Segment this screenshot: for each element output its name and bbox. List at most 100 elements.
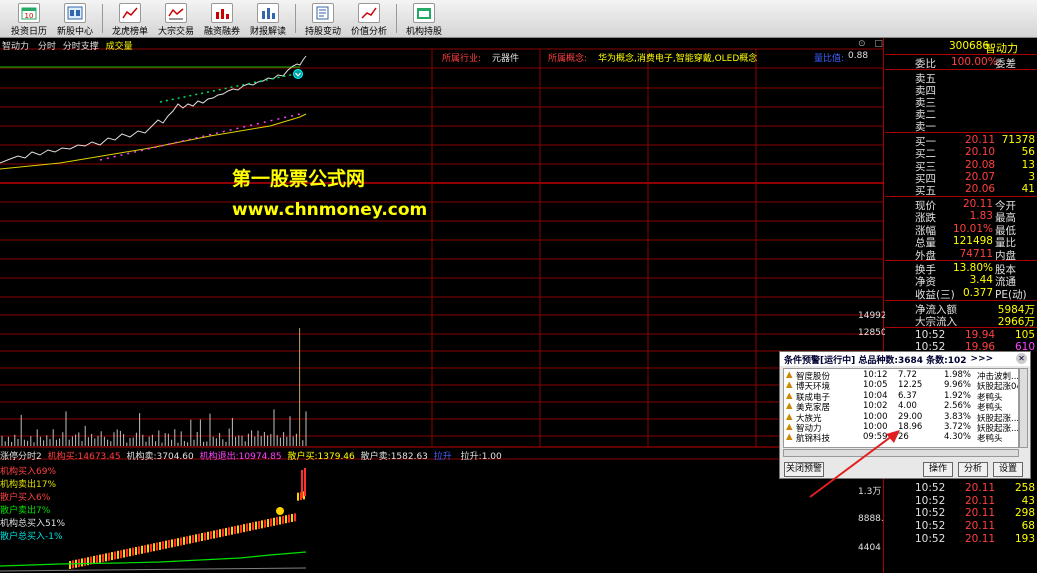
chart-stock-name: 智动力 — [2, 42, 30, 52]
buy-row[interactable]: 买一 20.11 71378 — [885, 134, 1037, 148]
legend-item: 散户卖出7% — [0, 506, 51, 516]
average-line — [0, 113, 307, 170]
holding-change-icon — [312, 3, 334, 23]
separator — [885, 260, 1037, 261]
legend-item: 散户买入6% — [0, 493, 51, 503]
indicator-name: 涨停分时2 — [0, 452, 42, 462]
tick-volume: 105 — [1014, 329, 1035, 341]
tick-price: 20.11 — [965, 532, 996, 545]
close-icon[interactable]: □ — [874, 39, 883, 49]
toolbar-calendar-button[interactable]: 10 投资日历 — [6, 0, 52, 37]
buy-price: 20.06 — [965, 183, 996, 196]
dialog-title-bar[interactable]: 条件预警[运行中] 总品种数:3684 条数:102 >>> ✕ — [780, 352, 1030, 366]
ind-label: 散户买: — [287, 452, 318, 462]
toolbar-report-button[interactable]: 财报解读 — [245, 0, 291, 37]
toolbar-label: 大宗交易 — [157, 27, 194, 37]
alert-pct: 3.83% — [944, 411, 972, 422]
legend-item: 机构卖出17% — [0, 480, 57, 490]
buy-row[interactable]: 买五 20.06 41 — [885, 183, 1037, 197]
financial-report-icon — [257, 3, 279, 23]
toolbar-institution-button[interactable]: 机构持股 — [401, 0, 447, 37]
toolbar-label: 持股变动 — [304, 27, 341, 37]
toolbar-newstock-button[interactable]: 新股中心 — [52, 0, 98, 37]
flow-row: 净流入额 5984万 — [885, 302, 1037, 316]
tick-row: 10:52 20.11 68 — [885, 520, 1037, 533]
vertical-scrollbar[interactable] — [1019, 368, 1028, 448]
tick-time: 10:52 — [915, 532, 946, 545]
toolbar-label: 融资融券 — [203, 27, 240, 37]
tab-volume[interactable]: 成交量 — [106, 42, 133, 52]
toolbar-ranking-button[interactable]: 龙虎榜单 — [107, 0, 153, 37]
volume-ratio-label: 量比值: — [814, 54, 845, 64]
settings-button[interactable]: 设置 — [993, 462, 1023, 477]
alert-time: 10:04 — [863, 390, 888, 401]
tick-volume: 68 — [1021, 520, 1035, 533]
ind-value: 14673.45 — [77, 452, 121, 462]
chart-header: 智动力 分时 分时支撑 成交量 — [2, 39, 133, 52]
tick-time: 10:52 — [915, 329, 946, 341]
ind-value: 1.00 — [481, 452, 502, 462]
stat-value: 20.11 — [962, 198, 993, 210]
stat-row: 外盘 74711 内盘 — [885, 248, 1037, 262]
alert-signal: 老鸭头 — [977, 434, 1003, 445]
operate-button[interactable]: 操作 — [923, 462, 953, 477]
vol-axis-label: 14992 — [858, 311, 887, 321]
tick-row: 10:52 20.11 193 — [885, 533, 1037, 546]
legend-item: 机构买入69% — [0, 467, 57, 477]
toolbar-label: 财报解读 — [249, 27, 286, 37]
toolbar-holding-button[interactable]: 持股变动 — [300, 0, 346, 37]
stat-value: 3.44 — [969, 274, 993, 287]
buy-row[interactable]: 买四 20.07 3 — [885, 171, 1037, 185]
ind-label: 机构退出: — [199, 452, 239, 462]
tick-time: 10:52 — [915, 520, 946, 533]
volume-ratio-value: 0.88 — [848, 51, 869, 61]
alert-price: 6.37 — [898, 390, 917, 401]
vol-axis-label: 12850 — [858, 328, 887, 338]
watermark-title: 第一股票公式网 — [232, 168, 366, 190]
buy-row[interactable]: 买二 20.10 56 — [885, 146, 1037, 160]
tick-time: 10:52 — [915, 494, 946, 507]
analyze-button[interactable]: 分析 — [958, 462, 988, 477]
alert-row[interactable]: ▲ 智度股份 10:12 7.72 1.98% 冲击波刺... — [784, 370, 1018, 382]
ind-value: 1379.46 — [317, 452, 355, 462]
indicator-gray-line — [0, 567, 307, 572]
buy-row[interactable]: 买三 20.08 13 — [885, 159, 1037, 173]
toolbar-margin-button[interactable]: 融资融券 — [199, 0, 245, 37]
stat-row: 涨幅 10.01% 最低 — [885, 223, 1037, 237]
alert-row[interactable]: ▲ 联成电子 10:04 6.37 1.92% 老鸭头 — [784, 390, 1018, 403]
tab-support[interactable]: 分时支撑 — [63, 42, 99, 52]
indicator-bars — [69, 468, 306, 569]
tick-volume: 193 — [1014, 532, 1035, 545]
alert-pct: 9.96% — [944, 380, 972, 391]
bottom-axis-label: 4404 — [858, 543, 881, 553]
alert-row[interactable]: ▲ 大族光 10:00 29.00 3.83% 妖股起涨... — [784, 411, 1018, 424]
alert-price: 4.00 — [898, 401, 917, 412]
app-window: 10 投资日历 新股中心 龙虎榜单 大宗交易 融资融券 财报解读 持股变动 价值… — [0, 0, 1037, 573]
toolbar-label: 价值分析 — [350, 27, 387, 37]
stat2-row: 收益(三) 0.377 PE(动) — [885, 287, 1037, 301]
toolbar-value-button[interactable]: 价值分析 — [346, 0, 392, 37]
ind-extra: 拉升 — [433, 452, 452, 462]
toolbar-label: 投资日历 — [10, 27, 47, 37]
tick-row: 10:52 20.11 298 — [885, 507, 1037, 520]
alert-row-icon: ▲ — [786, 411, 793, 422]
alert-row-icon: ▲ — [786, 432, 793, 443]
tab-intraday[interactable]: 分时 — [38, 42, 56, 52]
tick-price: 20.11 — [965, 494, 996, 507]
separator — [885, 196, 1037, 197]
close-icon[interactable]: ✕ — [1016, 353, 1027, 364]
alert-row[interactable]: ▲ 美克家居 10:02 4.00 2.56% 老鸭头 — [784, 401, 1018, 413]
minimize-icon[interactable]: ⊙ — [858, 39, 866, 49]
alert-price: 7.72 — [898, 370, 917, 380]
alert-time: 10:00 — [863, 411, 888, 422]
intraday-chart[interactable]: 智动力 分时 分时支撑 成交量 ⊙ □ 所属行业: 元器件 所属概念: 华为概念… — [0, 38, 920, 573]
dialog-more[interactable]: >>> — [971, 354, 994, 364]
concept-label: 所属概念: — [548, 54, 588, 64]
sell-row[interactable]: 卖一 — [885, 119, 1037, 133]
ranking-chart-icon — [119, 3, 141, 23]
ind-label: 拉升: — [460, 452, 482, 462]
block-trade-icon — [165, 3, 187, 23]
toolbar-blocktrade-button[interactable]: 大宗交易 — [153, 0, 199, 37]
alert-row[interactable]: ▲ 博天环境 10:05 12.25 9.96% 妖股起涨04 — [784, 380, 1018, 392]
new-stock-icon — [64, 3, 86, 23]
